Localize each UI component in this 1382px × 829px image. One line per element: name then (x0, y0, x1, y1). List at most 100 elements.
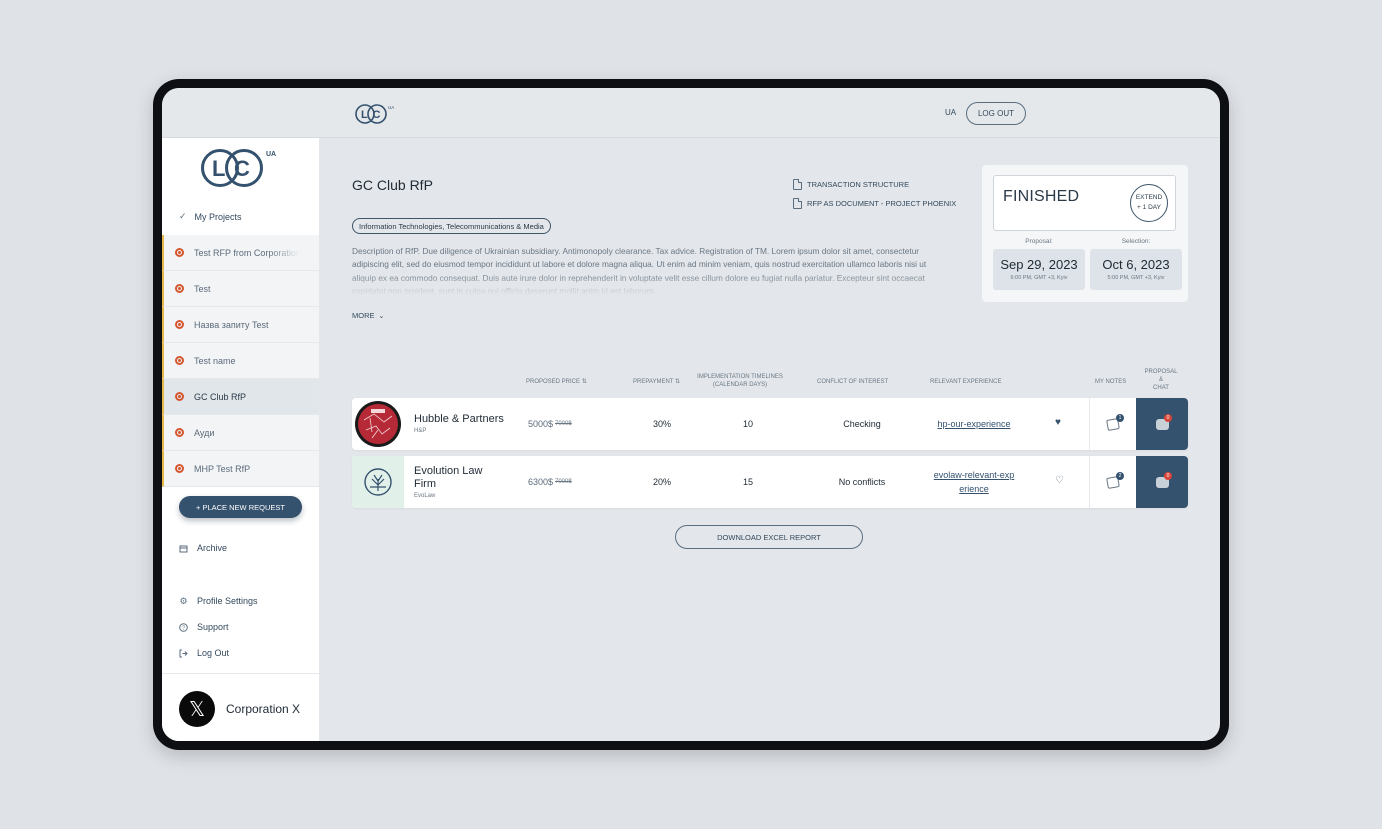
proposal-caption: Proposal: (1025, 238, 1053, 245)
place-new-request-button[interactable]: + PLACE NEW REQUEST (179, 496, 302, 518)
sidebar-project-item[interactable]: MHP Test RfP (162, 451, 319, 487)
user-avatar[interactable]: 𝕏 (179, 691, 215, 727)
experience-link[interactable]: evolaw-relevant-experience (933, 468, 1015, 496)
header-conflict: CONFLICT OF INTEREST (817, 379, 889, 385)
sidebar-project-item[interactable]: Test (162, 271, 319, 307)
svg-text:L: L (212, 156, 225, 181)
notes-cell[interactable]: 1 (1089, 398, 1136, 450)
extend-deadline-button[interactable]: EXTEND + 1 DAY (1130, 184, 1168, 222)
status-box: FINISHED EXTEND + 1 DAY (993, 175, 1176, 231)
header-experience: RELEVANT EXPERIENCE (930, 379, 1002, 385)
firm-name[interactable]: Evolution Law Firm (414, 465, 494, 491)
header-label: CHAT (1153, 385, 1169, 391)
chat-count-badge: 0 (1164, 414, 1172, 422)
extend-label: EXTEND (1135, 194, 1163, 201)
language-switch[interactable]: UA (945, 108, 956, 117)
my-projects-link[interactable]: ✓ My Projects (179, 211, 242, 222)
sidebar-project-item[interactable]: Ауди (162, 415, 319, 451)
project-label: GC Club RfP (194, 391, 247, 402)
device-frame: L C UA UA LOG OUT L C UA ✓ My Projects T… (153, 79, 1229, 750)
gear-icon: ⚙ (179, 595, 188, 606)
logout-link[interactable]: Log Out (179, 648, 229, 658)
rfp-document-link[interactable]: RFP AS DOCUMENT - PROJECT PHOENIX (793, 198, 956, 209)
selection-caption: Selection: (1121, 238, 1151, 245)
user-name: Corporation X (226, 702, 301, 716)
firm-logo-hubble (352, 398, 404, 450)
prepayment-cell: 20% (652, 477, 671, 487)
transaction-structure-link[interactable]: TRANSACTION STRUCTURE (793, 179, 909, 190)
experience-cell: evolaw-relevant-experience (924, 456, 1024, 508)
header-label: PROPOSED PRICE (526, 379, 581, 385)
project-status-icon (175, 320, 184, 329)
profile-settings-link[interactable]: ⚙ Profile Settings (179, 595, 258, 607)
project-status-icon (175, 284, 184, 293)
help-circle-icon: ? (179, 622, 188, 632)
favorite-heart-icon[interactable]: ♥ (1055, 418, 1061, 428)
logout-arrow-icon (179, 649, 188, 658)
header-chat: PROPOSAL & CHAT (1141, 368, 1181, 392)
project-label: Test (194, 283, 211, 294)
proposal-time: 6:00 PM, GMT +3, Kyiv (1010, 275, 1068, 281)
header-logout-button[interactable]: LOG OUT (966, 102, 1026, 125)
doc-link-label: RFP AS DOCUMENT - PROJECT PHOENIX (807, 199, 957, 208)
sidebar-project-item[interactable]: Test RFP from Corporation X (162, 235, 319, 271)
timeline-cell: 15 (742, 477, 753, 487)
proposal-chat-button[interactable]: 0 (1136, 456, 1188, 508)
page-title: GC Club RfP (352, 177, 433, 193)
header-label: PROPOSAL (1144, 369, 1178, 375)
more-toggle[interactable]: MORE ⌄ (352, 311, 384, 320)
price-value: 5000$ (528, 419, 554, 429)
table-row[interactable]: Evolution Law Firm EvoLaw 6300$ 7000$ 20… (352, 456, 1188, 508)
my-projects-label: My Projects (194, 211, 242, 222)
project-status-icon (175, 392, 184, 401)
firm-short-name: H&P (414, 428, 427, 434)
header-prepayment[interactable]: PREPAYMENT ⇅ (633, 378, 680, 386)
sidebar-divider (162, 673, 319, 674)
firm-name[interactable]: Hubble & Partners (414, 413, 504, 426)
profile-settings-label: Profile Settings (197, 596, 258, 606)
download-excel-button[interactable]: DOWNLOAD EXCEL REPORT (675, 525, 863, 549)
sidebar-project-item[interactable]: Назва запиту Test (162, 307, 319, 343)
header-proposed-price[interactable]: PROPOSED PRICE ⇅ (526, 378, 587, 386)
document-icon (793, 198, 802, 209)
project-label: Test name (194, 355, 236, 366)
selection-date: Oct 6, 2023 (1102, 257, 1170, 272)
archive-link[interactable]: Archive (179, 543, 227, 553)
svg-text:UA: UA (388, 105, 394, 110)
selection-time: 5:00 PM, GMT +3, Kyiv (1107, 275, 1165, 281)
favorite-heart-outline-icon[interactable]: ♡ (1055, 476, 1064, 486)
project-status-icon (175, 428, 184, 437)
firm-short-name: EvoLaw (414, 493, 436, 499)
project-list: Test RFP from Corporation X Test Назва з… (162, 235, 319, 487)
old-price-value: 7000$ (555, 479, 572, 485)
svg-text:C: C (234, 156, 250, 181)
proposal-date-box: Sep 29, 2023 6:00 PM, GMT +3, Kyiv (993, 249, 1085, 290)
header-label: & (1158, 377, 1163, 383)
status-badge: FINISHED (1003, 188, 1080, 205)
conflict-cell: No conflicts (838, 477, 886, 487)
project-label: Назва запиту Test (194, 319, 269, 330)
support-link[interactable]: ? Support (179, 622, 229, 632)
doc-link-label: TRANSACTION STRUCTURE (807, 180, 910, 189)
price-value: 6300$ (528, 477, 554, 487)
app-screen: L C UA UA LOG OUT L C UA ✓ My Projects T… (162, 88, 1220, 741)
notes-cell[interactable]: 2 (1089, 456, 1136, 508)
check-icon: ✓ (179, 211, 187, 221)
table-row[interactable]: Hubble & Partners H&P 5000$ 7000$ 30% 1 0… (352, 398, 1188, 450)
price-cell: 5000$ 7000$ (528, 398, 598, 450)
proposal-chat-button[interactable]: 0 (1136, 398, 1188, 450)
svg-text:L: L (361, 109, 368, 121)
project-label: Test RFP from Corporation X (194, 247, 300, 258)
header-timelines[interactable]: IMPLEMENTATION TIMELINES (CALENDAR DAYS) (692, 373, 788, 389)
more-label: MORE (352, 311, 375, 320)
sort-icon: ⇅ (675, 379, 681, 385)
extend-days-label: + 1 DAY (1137, 204, 1161, 211)
header-logo[interactable]: L C UA (355, 103, 395, 130)
prepayment-cell: 30% (652, 419, 671, 429)
svg-text:?: ? (182, 625, 185, 631)
experience-link[interactable]: hp-our-experience (937, 417, 1010, 431)
sidebar-project-item[interactable]: Test name (162, 343, 319, 379)
sidebar-logo[interactable]: L C UA (200, 147, 280, 194)
archive-box-icon (179, 544, 188, 553)
sidebar-project-item-active[interactable]: GC Club RfP (162, 379, 319, 415)
